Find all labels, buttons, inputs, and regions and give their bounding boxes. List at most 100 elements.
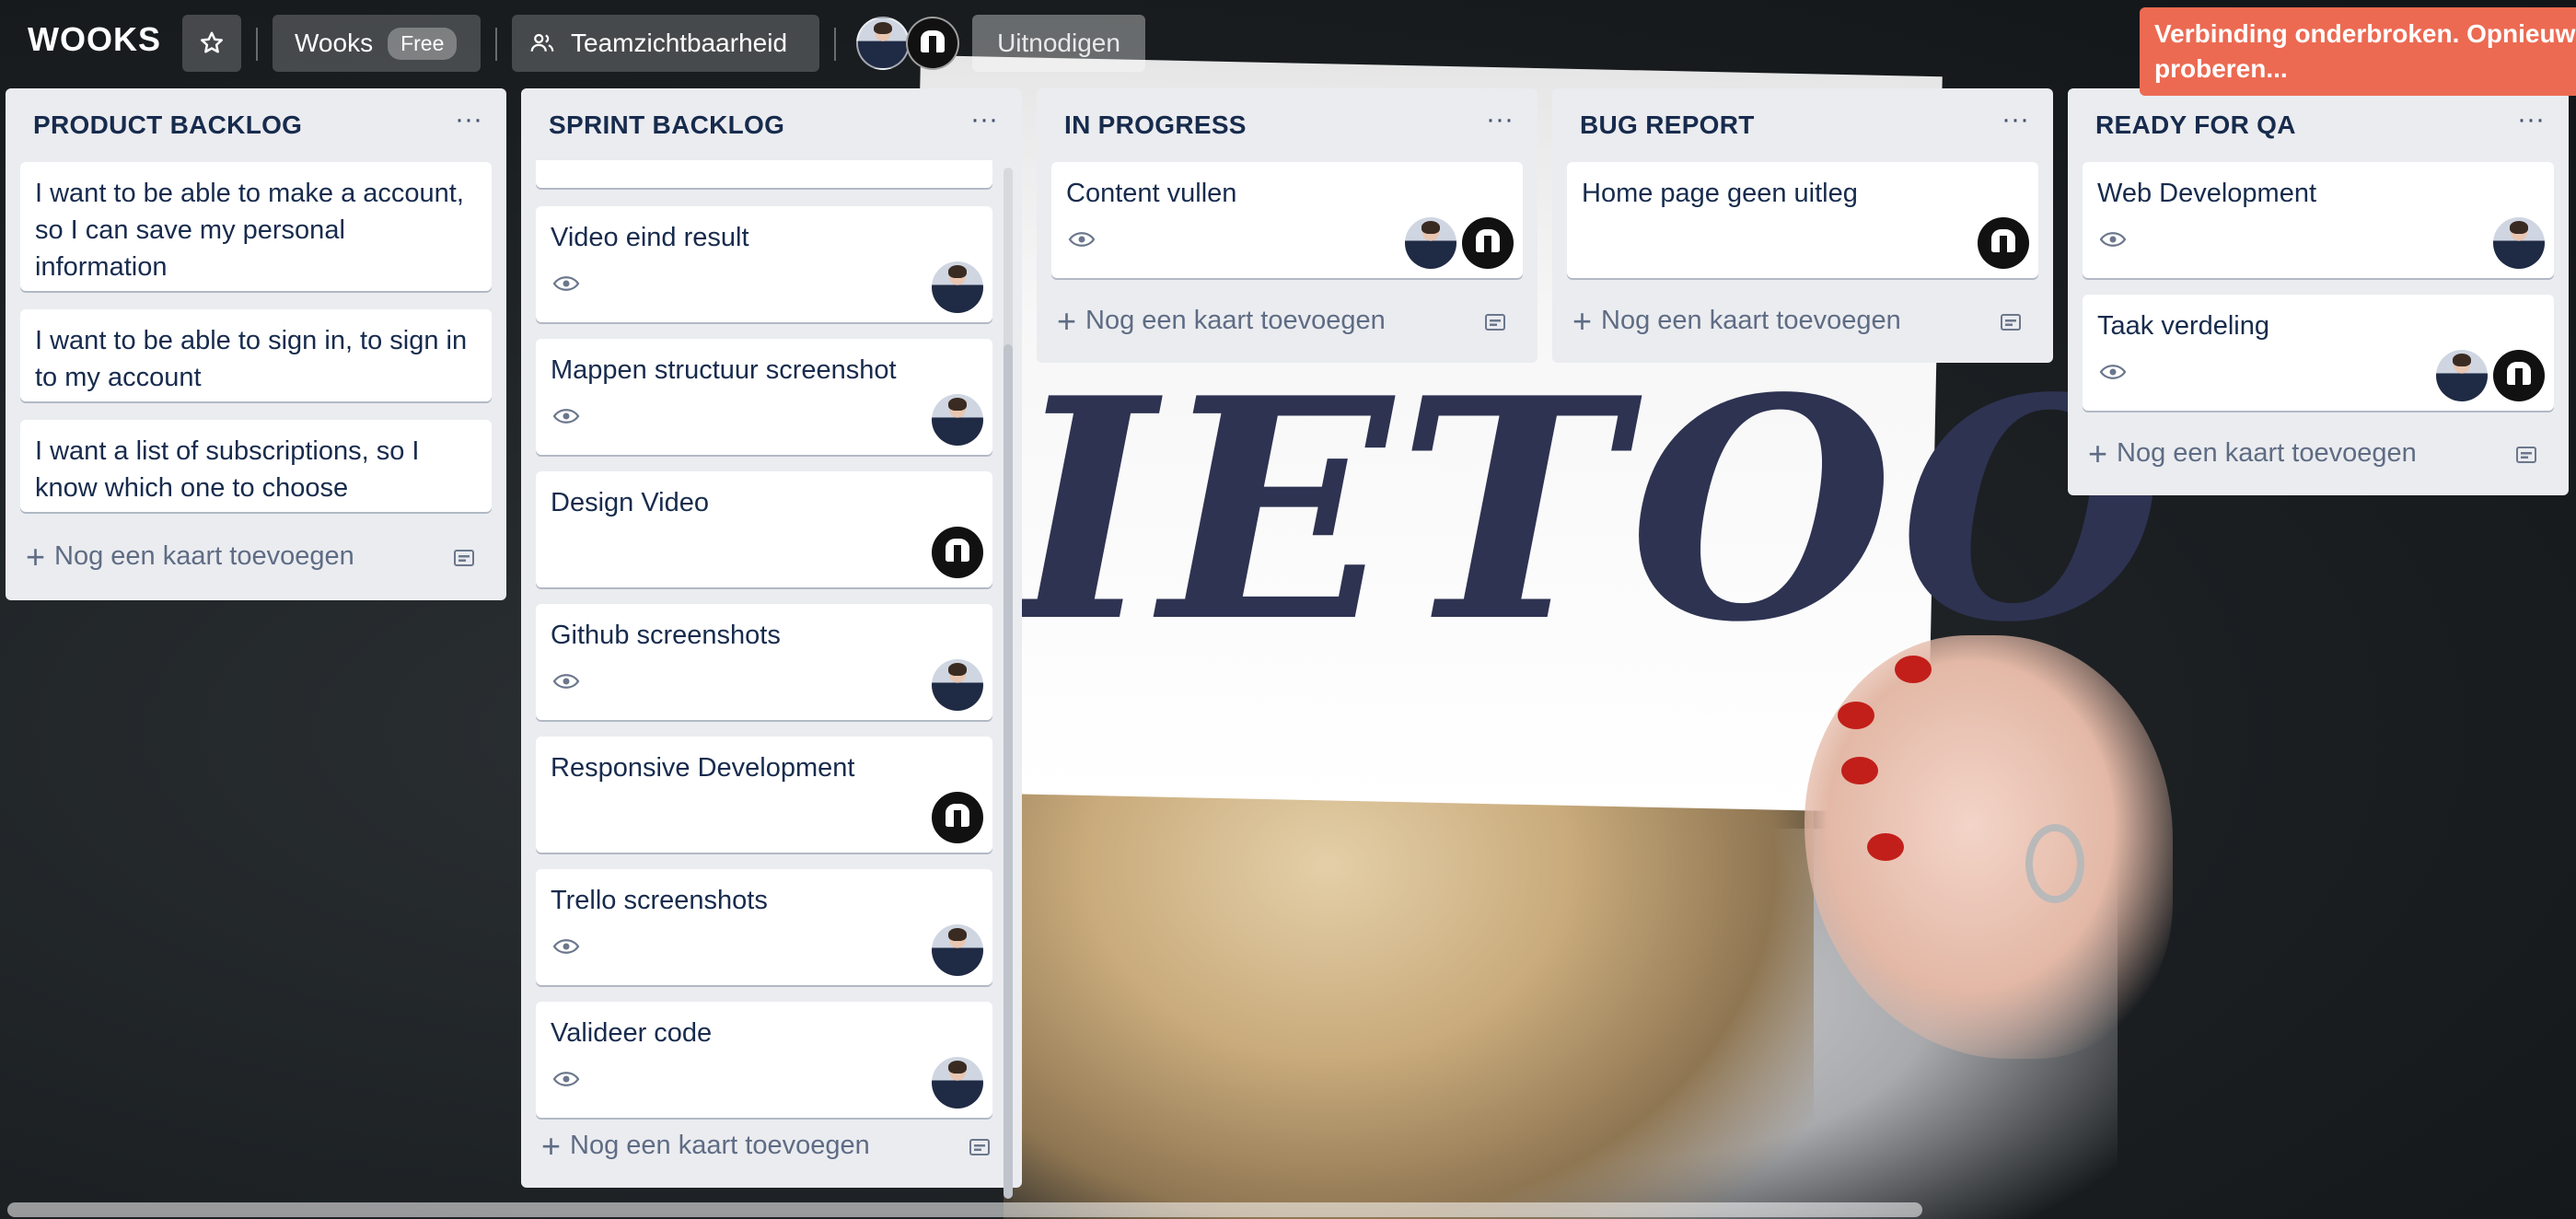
list-title: READY FOR QA [2095, 110, 2296, 139]
header-divider [256, 28, 258, 61]
card-title: Valideer code [551, 1018, 713, 1048]
connection-alert[interactable]: Verbinding onderbroken. Opnieuw proberen… [2140, 7, 2576, 96]
member-avatar[interactable] [856, 17, 910, 70]
member-avatar [932, 261, 983, 313]
member-avatar[interactable] [906, 17, 959, 70]
member-avatar [932, 394, 983, 446]
star-icon [201, 31, 223, 53]
background-ring [2025, 824, 2084, 903]
card[interactable]: Home page geen uitleg [1567, 162, 2038, 278]
card[interactable]: Design Video [536, 471, 992, 587]
add-card-label: Nog een kaart toevoegen [570, 1131, 870, 1160]
card-template-icon[interactable] [453, 547, 477, 569]
eye-icon [552, 939, 580, 954]
more-icon: ··· [1486, 104, 1514, 134]
visibility-button[interactable]: Teamzichtbaarheid [512, 15, 819, 72]
list-menu-button[interactable]: ··· [2508, 106, 2554, 138]
add-card-label: Nog een kaart toevoegen [2117, 438, 2417, 468]
background-nail [1867, 833, 1904, 861]
alert-line-2: proberen... [2154, 54, 2288, 83]
card-template-icon[interactable] [2515, 444, 2539, 466]
people-icon [530, 33, 554, 52]
list-menu-button[interactable]: ··· [961, 106, 1007, 138]
member-avatar [2436, 350, 2488, 401]
list-title: BUG REPORT [1580, 110, 1755, 139]
card[interactable]: I want to be able to make a account, so … [20, 162, 492, 291]
list-title: PRODUCT BACKLOG [33, 110, 303, 139]
card[interactable] [536, 160, 992, 188]
card[interactable]: Taak verdeling [2083, 295, 2554, 411]
add-card-button[interactable]: + Nog een kaart toevoegen [1572, 301, 1901, 340]
list-title: SPRINT BACKLOG [549, 110, 785, 139]
invite-button[interactable]: Uitnodigen [972, 15, 1145, 72]
member-avatar [932, 1057, 983, 1109]
eye-icon [552, 409, 580, 424]
card[interactable]: Mappen structuur screenshot [536, 339, 992, 455]
add-card-button[interactable]: + Nog een kaart toevoegen [26, 537, 354, 575]
member-avatar [1462, 217, 1514, 269]
add-card-label: Nog een kaart toevoegen [54, 541, 354, 571]
list-ready-for-qa: READY FOR QA ··· Web Development Taak ve… [2068, 88, 2569, 495]
list-sprint-backlog: SPRINT BACKLOG ··· Video eind result Map… [521, 88, 1022, 1202]
list-menu-button[interactable]: ··· [446, 106, 492, 138]
card-title: Trello screenshots [551, 886, 768, 915]
member-avatar [2493, 217, 2545, 269]
eye-icon [1068, 232, 1096, 247]
member-avatar [2493, 350, 2545, 401]
member-avatar [932, 659, 983, 711]
background-nail [1895, 656, 1932, 683]
card[interactable]: Video eind result [536, 206, 992, 322]
header-divider [834, 28, 836, 61]
card-title: I want to be able to make a account, so … [35, 179, 464, 282]
plus-icon: + [26, 537, 46, 575]
more-icon: ··· [2002, 104, 2029, 134]
list-bug-report: BUG REPORT ··· Home page geen uitleg + N… [1552, 88, 2053, 363]
add-card-button[interactable]: + Nog een kaart toevoegen [2088, 434, 2417, 472]
card-title: Taak verdeling [2097, 311, 2269, 341]
header-divider [495, 28, 497, 61]
plus-icon: + [2088, 434, 2108, 472]
card-title: Home page geen uitleg [1582, 179, 1858, 208]
board-name: Wooks [295, 29, 374, 57]
background-nail [1841, 757, 1878, 784]
eye-icon [552, 276, 580, 291]
card-template-icon[interactable] [969, 1136, 992, 1158]
card-title: Mappen structuur screenshot [551, 355, 897, 385]
card-template-icon[interactable] [2000, 311, 2024, 333]
member-avatar [1405, 217, 1456, 269]
list-scrollbar-thumb[interactable] [1004, 344, 1013, 1199]
member-avatar [1978, 217, 2029, 269]
card[interactable]: Web Development [2083, 162, 2554, 278]
card-title: Design Video [551, 488, 709, 517]
card-template-icon[interactable] [1484, 311, 1508, 333]
add-card-label: Nog een kaart toevoegen [1085, 306, 1386, 335]
plus-icon: + [1572, 301, 1593, 340]
list-menu-button[interactable]: ··· [1992, 106, 2038, 138]
member-avatar [932, 792, 983, 843]
star-button[interactable] [182, 15, 241, 72]
plus-icon: + [541, 1126, 562, 1165]
member-avatar [932, 924, 983, 976]
card[interactable]: I want to be able to sign in, to sign in… [20, 309, 492, 401]
eye-icon [2099, 232, 2127, 247]
plus-icon: + [1057, 301, 1077, 340]
list-product-backlog: PRODUCT BACKLOG ··· I want to be able to… [6, 88, 506, 600]
list-in-progress: IN PROGRESS ··· Content vullen + Nog een… [1037, 88, 1537, 363]
card[interactable]: Trello screenshots [536, 869, 992, 985]
list-menu-button[interactable]: ··· [1477, 106, 1523, 138]
card[interactable]: Content vullen [1051, 162, 1523, 278]
board-logo: WOOKS [28, 20, 161, 58]
card[interactable]: Github screenshots [536, 604, 992, 720]
card[interactable]: Responsive Development [536, 737, 992, 853]
more-icon: ··· [970, 104, 998, 134]
card[interactable]: I want a list of subscriptions, so I kno… [20, 420, 492, 512]
card-scroll-area[interactable]: Video eind result Mappen structuur scree… [521, 160, 1018, 1195]
board-name-button[interactable]: Wooks Free [273, 15, 481, 72]
card-title: Web Development [2097, 179, 2317, 208]
board-horizontal-scrollbar[interactable] [7, 1202, 1922, 1217]
card[interactable]: Valideer code [536, 1002, 992, 1118]
eye-icon [552, 674, 580, 689]
member-avatar [932, 527, 983, 578]
add-card-button[interactable]: + Nog een kaart toevoegen [541, 1126, 870, 1165]
add-card-button[interactable]: + Nog een kaart toevoegen [1057, 301, 1386, 340]
